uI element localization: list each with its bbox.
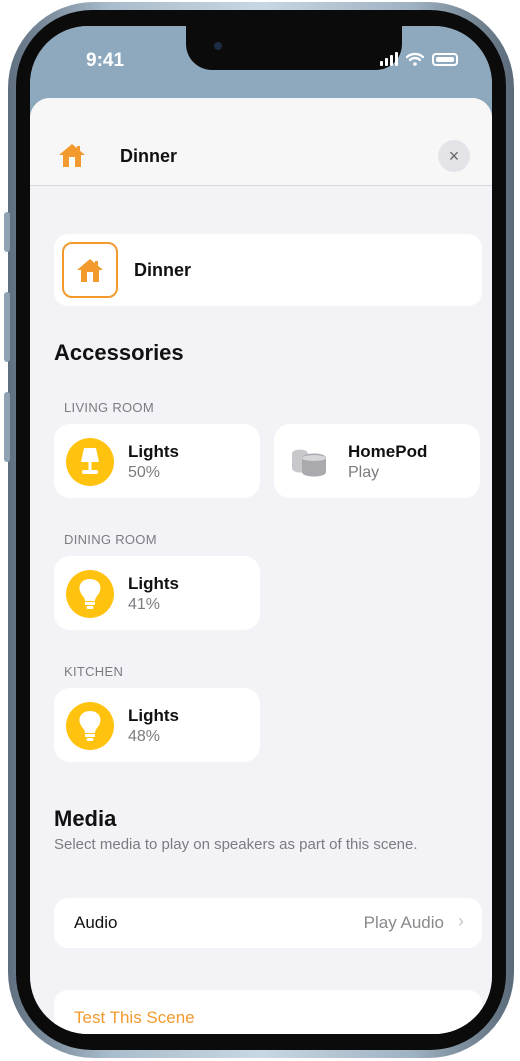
- accessories-heading: Accessories: [54, 340, 184, 365]
- test-scene-button[interactable]: Test This Scene: [54, 990, 482, 1034]
- accessory-name: Lights: [128, 706, 179, 725]
- accessory-status: Play: [348, 464, 380, 481]
- lamp-icon: [66, 438, 114, 486]
- accessory-name: Lights: [128, 442, 179, 461]
- accessory-status: 48%: [128, 728, 161, 745]
- mute-switch: [4, 212, 10, 252]
- room-label-living-room: LIVING ROOM: [64, 400, 154, 415]
- status-icons: [380, 52, 458, 66]
- sheet-header: Dinner ×: [30, 98, 492, 186]
- audio-label: Audio: [74, 913, 118, 932]
- chevron-right-icon: ›: [458, 911, 464, 931]
- test-scene-label: Test This Scene: [74, 1008, 195, 1027]
- home-icon: [59, 144, 85, 167]
- accessory-tile-kitchen-lights[interactable]: Lights 48%: [54, 688, 260, 762]
- accessory-name: Lights: [128, 574, 179, 593]
- page-title: Dinner: [120, 146, 178, 166]
- status-time: 9:41: [86, 50, 125, 71]
- scene-name-row[interactable]: Dinner: [54, 234, 482, 306]
- volume-up-button: [4, 292, 10, 362]
- media-description: Select media to play on speakers as part…: [54, 836, 418, 853]
- lightbulb-icon: [66, 570, 114, 618]
- scene-icon-button[interactable]: [62, 242, 118, 298]
- cellular-signal-icon: [380, 52, 398, 66]
- home-icon: [77, 259, 103, 282]
- battery-icon: [432, 52, 458, 66]
- audio-row[interactable]: Audio Play Audio ›: [54, 898, 482, 948]
- accessory-tile-homepod[interactable]: HomePod Play: [274, 424, 480, 498]
- lightbulb-icon: [66, 702, 114, 750]
- accessory-name: HomePod: [348, 442, 428, 461]
- screen: 9:41 Dinner × Dinner Accessories LIVING …: [30, 26, 492, 1034]
- wifi-icon: [406, 52, 424, 66]
- accessory-status: 50%: [128, 464, 161, 481]
- scene-sheet: Dinner × Dinner Accessories LIVING ROOM: [30, 98, 492, 1034]
- scene-name: Dinner: [134, 260, 192, 280]
- room-label-dining-room: DINING ROOM: [64, 532, 157, 547]
- room-label-kitchen: KITCHEN: [64, 664, 124, 679]
- accessory-tile-living-room-lights[interactable]: Lights 50%: [54, 424, 260, 498]
- camera-dot: [214, 42, 222, 50]
- accessory-status: 41%: [128, 596, 161, 613]
- camera-notch: [186, 26, 402, 70]
- media-heading: Media: [54, 806, 117, 831]
- volume-down-button: [4, 392, 10, 462]
- close-button[interactable]: ×: [438, 140, 470, 172]
- accessory-tile-dining-room-lights[interactable]: Lights 41%: [54, 556, 260, 630]
- status-bar: 9:41: [30, 26, 492, 102]
- audio-value: Play Audio: [363, 913, 444, 932]
- homepod-icon: [292, 449, 326, 477]
